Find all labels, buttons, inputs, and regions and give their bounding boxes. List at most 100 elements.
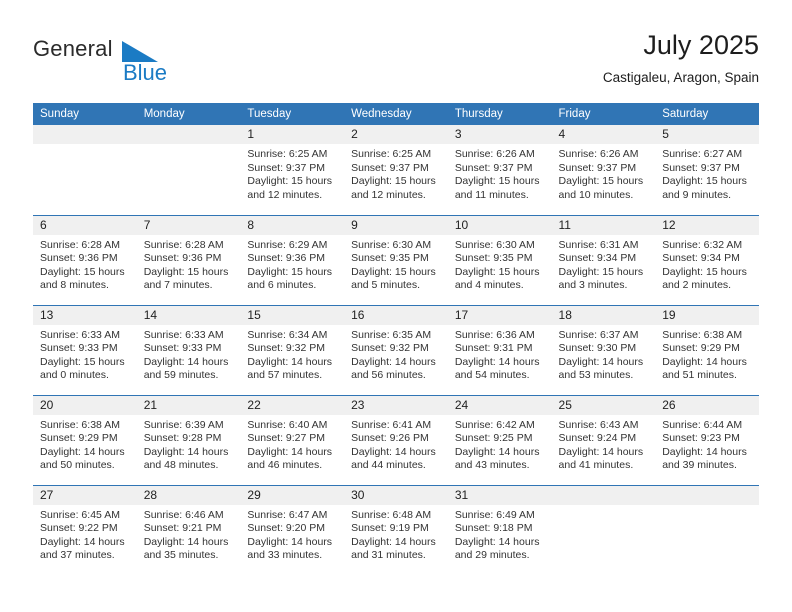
daylight-text: Daylight: 14 hours and 37 minutes. (40, 535, 125, 562)
calendar-day-cell[interactable]: 18 Sunrise: 6:37 AM Sunset: 9:30 PM Dayligh… (551, 304, 656, 395)
day-number: 4 (551, 125, 656, 144)
calendar-week-row: 20 Sunrise: 6:38 AM Sunset: 9:29 PM Dayligh… (33, 394, 759, 485)
day-sun-info: Sunrise: 6:25 AM Sunset: 9:37 PM Daylight:… (240, 144, 344, 202)
day-cell-inner: 19 Sunrise: 6:38 AM Sunset: 9:29 PM Dayligh… (655, 305, 759, 395)
day-number: 10 (447, 215, 552, 235)
day-sun-info: Sunrise: 6:32 AM Sunset: 9:34 PM Daylight:… (655, 235, 759, 293)
calendar-day-cell[interactable]: 5 Sunrise: 6:27 AM Sunset: 9:37 PM Daylight… (655, 125, 759, 215)
page-header: General Blue July 2025 Castigaleu, Arago… (33, 28, 759, 90)
day-number (136, 125, 241, 144)
day-cell-inner: 9 Sunrise: 6:30 AM Sunset: 9:35 PM Daylight… (344, 215, 448, 305)
sunset-text: Sunset: 9:37 PM (558, 161, 637, 174)
daylight-text: Daylight: 14 hours and 35 minutes. (143, 535, 229, 562)
day-sun-info: Sunrise: 6:34 AM Sunset: 9:32 PM Daylight:… (240, 325, 344, 383)
day-number: 21 (136, 395, 241, 415)
daylight-text: Daylight: 15 hours and 5 minutes. (351, 265, 436, 292)
day-sun-info: Sunrise: 6:35 AM Sunset: 9:32 PM Daylight:… (344, 325, 448, 383)
day-cell-inner: 16 Sunrise: 6:35 AM Sunset: 9:32 PM Dayligh… (344, 305, 448, 395)
calendar-day-cell[interactable]: 22 Sunrise: 6:40 AM Sunset: 9:27 PM Dayligh… (240, 394, 345, 485)
calendar-day-cell[interactable]: 3 Sunrise: 6:26 AM Sunset: 9:37 PM Daylight… (447, 125, 552, 215)
day-cell-inner (655, 485, 759, 575)
day-cell-inner: 11 Sunrise: 6:31 AM Sunset: 9:34 PM Dayligh… (551, 215, 656, 305)
sunrise-text: Sunrise: 6:36 AM (454, 328, 535, 341)
calendar-page: General Blue July 2025 Castigaleu, Arago… (0, 0, 792, 612)
calendar-day-cell[interactable]: 11 Sunrise: 6:31 AM Sunset: 9:34 PM Dayligh… (551, 214, 656, 305)
day-sun-info: Sunrise: 6:37 AM Sunset: 9:30 PM Daylight:… (552, 325, 656, 383)
sunset-text: Sunset: 9:34 PM (558, 252, 637, 265)
calendar-day-cell[interactable]: 1 Sunrise: 6:25 AM Sunset: 9:37 PM Daylight… (240, 125, 345, 215)
day-sun-info (552, 505, 656, 509)
calendar-day-cell[interactable]: 23 Sunrise: 6:41 AM Sunset: 9:26 PM Dayligh… (344, 394, 448, 485)
day-cell-inner: 1 Sunrise: 6:25 AM Sunset: 9:37 PM Daylight… (240, 125, 345, 214)
calendar-day-cell[interactable]: 13 Sunrise: 6:33 AM Sunset: 9:33 PM Dayligh… (33, 304, 137, 395)
day-number: 12 (655, 215, 759, 235)
day-number: 25 (551, 395, 656, 415)
daylight-text: Daylight: 14 hours and 43 minutes. (454, 445, 540, 472)
day-number: 29 (240, 485, 345, 505)
weekday-header-thursday: Thursday (447, 103, 552, 125)
sunset-text: Sunset: 9:23 PM (662, 432, 740, 445)
calendar-header-row: Sunday Monday Tuesday Wednesday Thursday Frid… (33, 103, 759, 125)
sunset-text: Sunset: 9:36 PM (143, 252, 222, 265)
calendar-day-cell[interactable]: 6 Sunrise: 6:28 AM Sunset: 9:36 PM Daylight… (33, 214, 137, 305)
day-cell-inner (33, 125, 137, 214)
calendar-day-cell[interactable]: 25 Sunrise: 6:43 AM Sunset: 9:24 PM Dayligh… (551, 394, 656, 485)
day-number: 31 (447, 485, 552, 505)
day-number: 22 (240, 395, 345, 415)
sunset-text: Sunset: 9:32 PM (247, 342, 326, 355)
sunrise-text: Sunrise: 6:44 AM (662, 418, 743, 431)
calendar-day-cell[interactable]: 28 Sunrise: 6:46 AM Sunset: 9:21 PM Dayligh… (136, 484, 241, 575)
calendar-day-cell[interactable]: 14 Sunrise: 6:33 AM Sunset: 9:33 PM Dayligh… (136, 304, 241, 395)
daylight-text: Daylight: 14 hours and 53 minutes. (558, 355, 644, 382)
calendar-day-cell[interactable]: 8 Sunrise: 6:29 AM Sunset: 9:36 PM Daylight… (240, 214, 345, 305)
sunrise-text: Sunrise: 6:40 AM (247, 418, 328, 431)
day-sun-info: Sunrise: 6:29 AM Sunset: 9:36 PM Daylight:… (240, 235, 344, 293)
calendar-day-cell[interactable]: 29 Sunrise: 6:47 AM Sunset: 9:20 PM Dayligh… (240, 484, 345, 575)
daylight-text: Daylight: 15 hours and 6 minutes. (247, 265, 333, 292)
calendar-week-row: 13 Sunrise: 6:33 AM Sunset: 9:33 PM Dayligh… (33, 304, 759, 395)
day-number: 15 (240, 305, 345, 325)
day-number: 11 (551, 215, 656, 235)
day-cell-inner: 15 Sunrise: 6:34 AM Sunset: 9:32 PM Dayligh… (240, 305, 345, 395)
calendar-day-cell[interactable]: 19 Sunrise: 6:38 AM Sunset: 9:29 PM Dayligh… (655, 304, 759, 395)
sunrise-text: Sunrise: 6:26 AM (454, 148, 535, 160)
calendar-day-cell[interactable]: 26 Sunrise: 6:44 AM Sunset: 9:23 PM Dayligh… (655, 394, 759, 485)
calendar-day-cell[interactable]: 2 Sunrise: 6:25 AM Sunset: 9:37 PM Daylight… (344, 125, 448, 215)
daylight-text: Daylight: 14 hours and 44 minutes. (351, 445, 436, 472)
calendar-day-cell[interactable]: 24 Sunrise: 6:42 AM Sunset: 9:25 PM Dayligh… (447, 394, 552, 485)
sunrise-text: Sunrise: 6:28 AM (143, 238, 224, 251)
page-title: July 2025 (643, 30, 759, 60)
calendar-day-cell[interactable]: 20 Sunrise: 6:38 AM Sunset: 9:29 PM Dayligh… (33, 394, 137, 485)
day-cell-inner: 3 Sunrise: 6:26 AM Sunset: 9:37 PM Daylight… (447, 125, 552, 214)
calendar-day-cell-empty (551, 484, 656, 575)
day-sun-info: Sunrise: 6:41 AM Sunset: 9:26 PM Daylight:… (344, 415, 448, 473)
day-number: 3 (447, 125, 552, 144)
daylight-text: Daylight: 14 hours and 39 minutes. (662, 445, 747, 472)
calendar-day-cell[interactable]: 30 Sunrise: 6:48 AM Sunset: 9:19 PM Dayligh… (344, 484, 448, 575)
day-sun-info: Sunrise: 6:25 AM Sunset: 9:37 PM Daylight:… (344, 144, 448, 202)
brand-logo[interactable]: General Blue (33, 28, 253, 88)
weekday-header-wednesday: Wednesday (344, 103, 448, 125)
sunset-text: Sunset: 9:21 PM (143, 522, 222, 535)
day-sun-info: Sunrise: 6:38 AM Sunset: 9:29 PM Daylight:… (655, 325, 759, 383)
calendar-day-cell[interactable]: 21 Sunrise: 6:39 AM Sunset: 9:28 PM Dayligh… (136, 394, 241, 485)
sunrise-text: Sunrise: 6:31 AM (558, 238, 639, 251)
calendar-day-cell[interactable]: 10 Sunrise: 6:30 AM Sunset: 9:35 PM Dayligh… (447, 214, 552, 305)
calendar-day-cell[interactable]: 15 Sunrise: 6:34 AM Sunset: 9:32 PM Dayligh… (240, 304, 345, 395)
calendar-day-cell[interactable]: 16 Sunrise: 6:35 AM Sunset: 9:32 PM Dayligh… (344, 304, 448, 395)
calendar-day-cell[interactable]: 17 Sunrise: 6:36 AM Sunset: 9:31 PM Dayligh… (447, 304, 552, 395)
calendar-day-cell[interactable]: 7 Sunrise: 6:28 AM Sunset: 9:36 PM Daylight… (136, 214, 241, 305)
day-sun-info: Sunrise: 6:28 AM Sunset: 9:36 PM Daylight:… (33, 235, 137, 293)
page-subtitle-location: Castigaleu, Aragon, Spain (602, 70, 759, 85)
daylight-text: Daylight: 15 hours and 12 minutes. (247, 175, 333, 201)
day-cell-inner: 13 Sunrise: 6:33 AM Sunset: 9:33 PM Dayligh… (33, 305, 137, 395)
calendar-day-cell[interactable]: 9 Sunrise: 6:30 AM Sunset: 9:35 PM Daylight… (344, 214, 448, 305)
calendar-day-cell[interactable]: 12 Sunrise: 6:32 AM Sunset: 9:34 PM Dayligh… (655, 214, 759, 305)
calendar-day-cell[interactable]: 27 Sunrise: 6:45 AM Sunset: 9:22 PM Dayligh… (33, 484, 137, 575)
day-sun-info: Sunrise: 6:28 AM Sunset: 9:36 PM Daylight:… (137, 235, 241, 293)
sunrise-text: Sunrise: 6:38 AM (40, 418, 120, 431)
calendar-day-cell[interactable]: 4 Sunrise: 6:26 AM Sunset: 9:37 PM Daylight… (551, 125, 656, 215)
calendar-day-cell[interactable]: 31 Sunrise: 6:49 AM Sunset: 9:18 PM Dayligh… (447, 484, 552, 575)
weekday-header-monday: Monday (136, 103, 241, 125)
title-block: July 2025 Castigaleu, Aragon, Spain (603, 28, 759, 88)
